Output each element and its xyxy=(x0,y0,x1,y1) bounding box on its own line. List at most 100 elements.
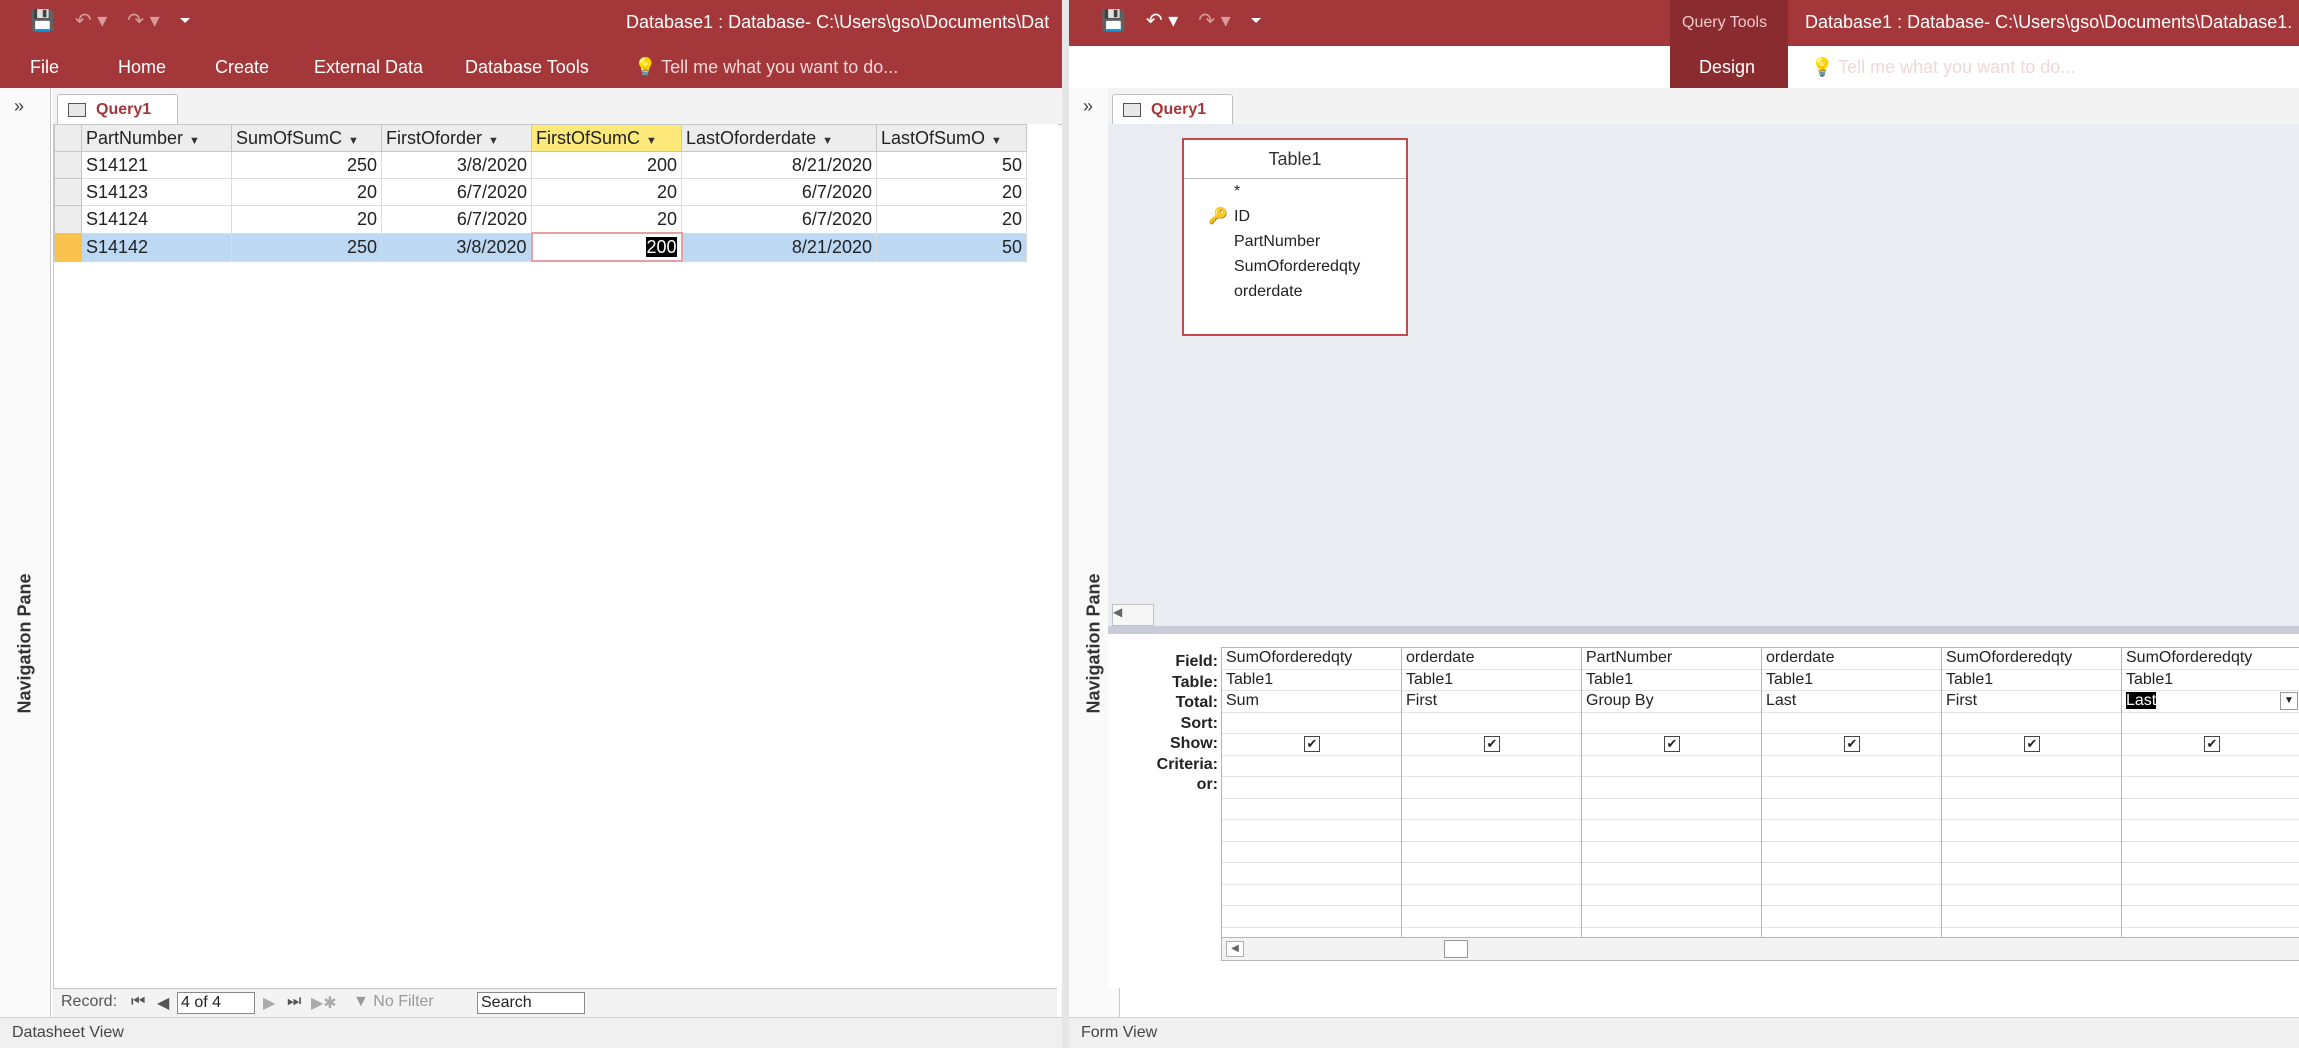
empty-cell[interactable] xyxy=(2122,906,2299,928)
table-cell[interactable]: S14142 xyxy=(81,232,232,262)
empty-cell[interactable] xyxy=(1402,885,1581,906)
show-cell[interactable]: ✔ xyxy=(1402,734,1581,756)
redo-icon[interactable]: ↷ ▾ xyxy=(1198,8,1230,33)
scrollbar-thumb[interactable] xyxy=(1444,940,1468,958)
table-field-list[interactable]: Table1 * 🔑 ID PartNumber SumOforderedqty … xyxy=(1182,138,1408,336)
last-record-icon[interactable]: ⏭ xyxy=(287,993,301,1011)
empty-cell[interactable] xyxy=(1942,885,2121,906)
empty-cell[interactable] xyxy=(1582,863,1761,885)
table-cell[interactable]: 50 xyxy=(876,151,1027,179)
sort-cell[interactable] xyxy=(1222,713,1401,734)
empty-cell[interactable] xyxy=(1402,820,1581,842)
empty-cell[interactable] xyxy=(1762,820,1941,842)
column-header-selected[interactable]: FirstOfSumC ▼ xyxy=(531,124,682,152)
column-header[interactable]: PartNumber ▼ xyxy=(81,124,232,152)
table-cell[interactable]: 8/21/2020 xyxy=(681,151,877,179)
redo-icon[interactable]: ↷ ▾ xyxy=(127,8,159,33)
design-grid-column[interactable]: orderdate Table1 Last ✔ xyxy=(1762,648,1942,949)
table-cell[interactable]: 20 xyxy=(876,205,1027,234)
column-header[interactable]: LastOfSumO ▼ xyxy=(876,124,1027,152)
tab-design[interactable]: Design xyxy=(1699,52,1755,82)
sort-cell[interactable] xyxy=(2122,713,2299,734)
empty-cell[interactable] xyxy=(1402,863,1581,885)
table-cell-focused[interactable]: 200 xyxy=(530,232,683,262)
table-cell[interactable]: 20 xyxy=(876,178,1027,206)
column-header[interactable]: FirstOforder ▼ xyxy=(381,124,532,152)
table-cell[interactable]: 20 xyxy=(531,205,682,234)
table-cell[interactable]: 6/7/2020 xyxy=(681,205,877,234)
criteria-cell[interactable] xyxy=(1762,756,1941,777)
field-cell[interactable]: PartNumber xyxy=(1582,648,1761,670)
tab-create[interactable]: Create xyxy=(215,52,269,82)
show-checkbox[interactable]: ✔ xyxy=(1664,736,1680,752)
tell-me-box[interactable]: 💡 Tell me what you want to do... xyxy=(634,52,898,82)
empty-cell[interactable] xyxy=(1402,842,1581,863)
field-cell[interactable]: orderdate xyxy=(1762,648,1941,670)
table-cell[interactable]: Table1 xyxy=(1762,670,1941,691)
show-cell[interactable]: ✔ xyxy=(2122,734,2299,756)
empty-cell[interactable] xyxy=(1222,885,1401,906)
horizontal-scrollbar[interactable]: ◀ xyxy=(1112,604,1154,626)
empty-cell[interactable] xyxy=(1402,906,1581,928)
or-cell[interactable] xyxy=(2122,777,2299,799)
new-record-icon[interactable]: ▶✱ xyxy=(311,993,337,1013)
sort-cell[interactable] xyxy=(1582,713,1761,734)
tab-query1[interactable]: Query1 xyxy=(57,94,179,125)
query-design-table-pane[interactable]: Table1 * 🔑 ID PartNumber SumOforderedqty … xyxy=(1108,124,2299,626)
empty-cell[interactable] xyxy=(1402,799,1581,820)
sort-dropdown-icon[interactable]: ▼ xyxy=(646,135,657,147)
table-cell[interactable]: 20 xyxy=(231,205,382,234)
table-cell[interactable]: 3/8/2020 xyxy=(381,232,532,262)
field-cell[interactable]: SumOforderedqty xyxy=(1222,648,1401,670)
table-row-current[interactable]: S14142 250 3/8/2020 200 8/21/2020 50 xyxy=(54,232,1027,262)
first-record-icon[interactable]: ⏮ xyxy=(131,993,145,1011)
table-field-list-title[interactable]: Table1 xyxy=(1184,140,1406,179)
customize-qat-icon[interactable]: ⏷ xyxy=(180,12,191,29)
design-grid-column[interactable]: SumOforderedqty Table1 Last ▼ ✔ xyxy=(2122,648,2299,949)
record-selector[interactable] xyxy=(54,151,82,179)
show-checkbox[interactable]: ✔ xyxy=(2024,736,2040,752)
table-cell[interactable]: Table1 xyxy=(1942,670,2121,691)
sort-dropdown-icon[interactable]: ▼ xyxy=(991,135,1002,147)
column-header[interactable]: LastOforderdate ▼ xyxy=(681,124,877,152)
empty-cell[interactable] xyxy=(1942,820,2121,842)
empty-cell[interactable] xyxy=(2122,842,2299,863)
empty-cell[interactable] xyxy=(1582,885,1761,906)
table-cell[interactable]: 250 xyxy=(231,151,382,179)
field-list-item[interactable]: 🔑 ID xyxy=(1184,204,1406,229)
tab-external-data[interactable]: External Data xyxy=(314,52,423,82)
tab-home[interactable]: Home xyxy=(1175,52,1223,82)
undo-icon[interactable]: ↶ ▾ xyxy=(1146,8,1178,33)
design-grid[interactable]: SumOforderedqty Table1 Sum ✔ orderdate T… xyxy=(1221,647,2299,961)
empty-cell[interactable] xyxy=(1582,906,1761,928)
table-cell[interactable]: S14121 xyxy=(81,151,232,179)
design-grid-column[interactable]: PartNumber Table1 Group By ✔ xyxy=(1582,648,1762,949)
show-checkbox[interactable]: ✔ xyxy=(1484,736,1500,752)
show-checkbox[interactable]: ✔ xyxy=(2204,736,2220,752)
tab-file[interactable]: File xyxy=(1087,52,1116,82)
table-row[interactable]: S14124 20 6/7/2020 20 6/7/2020 20 xyxy=(54,205,1027,234)
show-checkbox[interactable]: ✔ xyxy=(1844,736,1860,752)
field-cell[interactable]: SumOforderedqty xyxy=(2122,648,2299,670)
save-icon[interactable]: 💾 xyxy=(30,8,55,33)
or-cell[interactable] xyxy=(1222,777,1401,799)
empty-cell[interactable] xyxy=(1222,863,1401,885)
empty-cell[interactable] xyxy=(1762,799,1941,820)
tab-database-tools[interactable]: Database Tools xyxy=(465,52,589,82)
total-cell[interactable]: Last xyxy=(1762,691,1941,713)
sort-cell[interactable] xyxy=(1402,713,1581,734)
criteria-cell[interactable] xyxy=(1222,756,1401,777)
or-cell[interactable] xyxy=(1942,777,2121,799)
navigation-pane[interactable]: » Navigation Pane xyxy=(0,88,51,1018)
tab-external-data[interactable]: External Data xyxy=(1369,52,1478,82)
or-cell[interactable] xyxy=(1402,777,1581,799)
field-list-item[interactable]: * xyxy=(1184,179,1406,204)
table-cell[interactable]: S14123 xyxy=(81,178,232,206)
empty-cell[interactable] xyxy=(2122,863,2299,885)
empty-cell[interactable] xyxy=(1582,820,1761,842)
empty-cell[interactable] xyxy=(2122,885,2299,906)
empty-cell[interactable] xyxy=(2122,799,2299,820)
field-list-item[interactable]: SumOforderedqty xyxy=(1184,254,1406,279)
empty-cell[interactable] xyxy=(1942,842,2121,863)
show-checkbox[interactable]: ✔ xyxy=(1304,736,1320,752)
